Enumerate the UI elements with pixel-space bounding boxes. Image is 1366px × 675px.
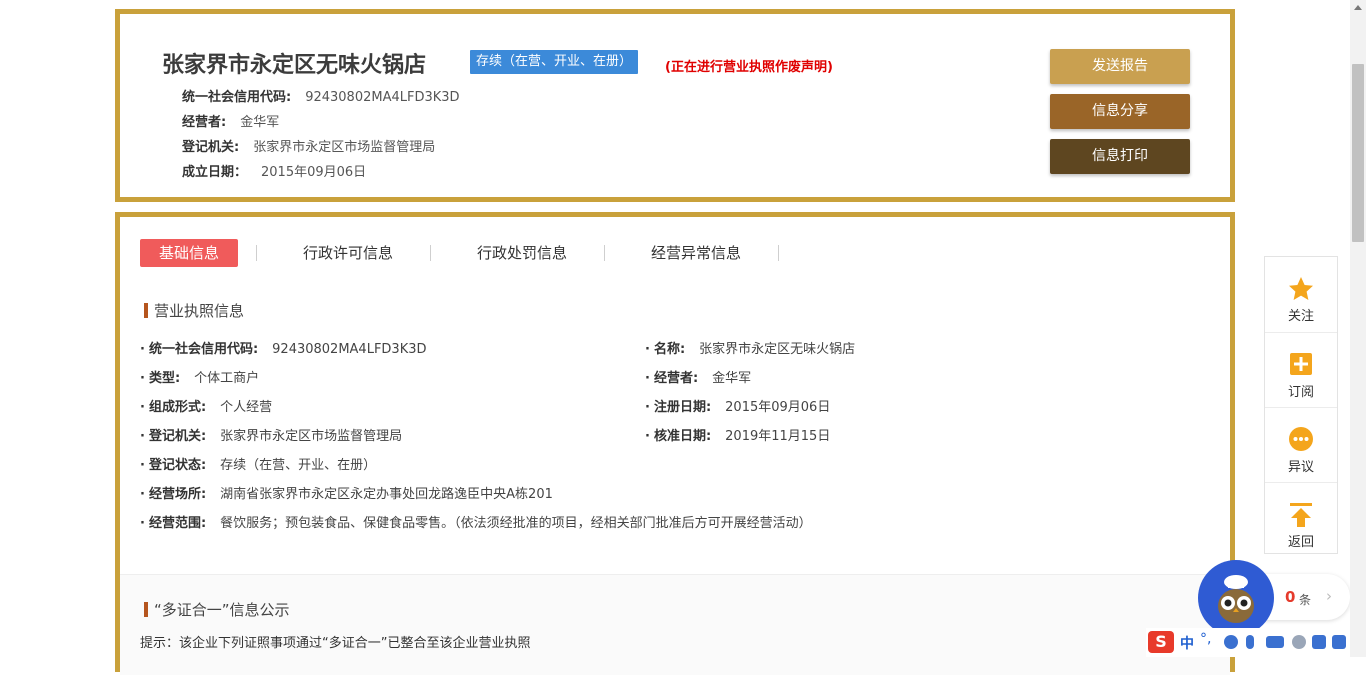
tab-divider <box>604 245 605 261</box>
emoji-icon[interactable] <box>1224 635 1238 649</box>
license-void-notice[interactable]: (正在进行营业执照作废声明) <box>665 56 833 75</box>
company-header-card: 张家界市永定区无味火锅店 存续（在营、开业、在册） (正在进行营业执照作废声明)… <box>115 9 1235 202</box>
info-value: 2015年09月06日 <box>261 165 367 180</box>
license-section-title: 营业执照信息 <box>144 300 244 321</box>
field-operator: · 经营者: 金华军 <box>645 371 752 386</box>
tab-abnormal-operation[interactable]: 经营异常信息 <box>626 239 766 267</box>
owl-assistant-avatar[interactable] <box>1198 560 1274 636</box>
microphone-icon[interactable] <box>1246 635 1254 649</box>
info-label: 成立日期： <box>182 165 248 180</box>
keyboard-icon[interactable] <box>1266 636 1284 648</box>
tab-bar: 基础信息 行政许可信息 行政处罚信息 经营异常信息 <box>115 212 1235 278</box>
arrow-up-icon <box>1290 503 1312 527</box>
info-value: 金华军 <box>240 115 280 130</box>
share-info-button[interactable]: 信息分享 <box>1050 94 1190 129</box>
message-count-unit: 条 <box>1299 593 1312 607</box>
multi-cert-section-title: “多证合一”信息公示 <box>144 599 290 620</box>
objection-button[interactable]: 异议 <box>1265 407 1337 482</box>
send-report-button[interactable]: 发送报告 <box>1050 49 1190 84</box>
field-business-address: · 经营场所: 湖南省张家界市永定区永定办事处回龙路逸臣中央A栋201 <box>140 487 553 502</box>
chevron-right-icon: › <box>1326 587 1332 605</box>
section-marker <box>144 303 148 318</box>
tab-admin-penalty[interactable]: 行政处罚信息 <box>452 239 592 267</box>
info-registration-authority: 登记机关: 张家界市永定区市场监督管理局 <box>182 136 435 155</box>
field-registration-status: · 登记状态: 存续（在营、开业、在册） <box>140 458 377 473</box>
chat-bubble-icon <box>1289 427 1313 451</box>
floating-side-panel: 关注 订阅 异议 返回 <box>1264 256 1338 554</box>
company-name: 张家界市永定区无味火锅店 <box>162 53 427 78</box>
message-count: 0 <box>1285 588 1296 606</box>
info-operator: 经营者: 金华军 <box>182 111 279 130</box>
field-credit-code: · 统一社会信用代码: 92430802MA4LFD3K3D <box>140 342 427 357</box>
field-name: · 名称: 张家界市永定区无味火锅店 <box>645 342 856 357</box>
scrollbar-thumb[interactable] <box>1352 64 1364 242</box>
info-label: 统一社会信用代码: <box>182 90 292 105</box>
subscribe-plus-icon <box>1290 353 1312 375</box>
field-registration-date: · 注册日期: 2015年09月06日 <box>645 400 831 415</box>
field-type: · 类型: 个体工商户 <box>140 371 260 386</box>
user-icon[interactable] <box>1292 635 1306 649</box>
ime-toolbar: S 中 °, <box>1146 628 1354 657</box>
field-registration-authority: · 登记机关: 张家界市永定区市场监督管理局 <box>140 429 403 444</box>
tab-admin-license[interactable]: 行政许可信息 <box>278 239 418 267</box>
field-composition: · 组成形式: 个人经营 <box>140 400 273 415</box>
info-credit-code: 统一社会信用代码: 92430802MA4LFD3K3D <box>182 86 460 105</box>
info-established-date: 成立日期： 2015年09月06日 <box>182 161 366 180</box>
tab-divider <box>430 245 431 261</box>
ime-language-toggle[interactable]: 中 <box>1180 633 1194 653</box>
info-label: 经营者: <box>182 115 227 130</box>
tab-basic-info[interactable]: 基础信息 <box>140 239 238 267</box>
field-business-scope: · 经营范围: 餐饮服务；预包装食品、保健食品零售。（依法须经批准的项目，经相关部门… <box>140 516 812 531</box>
follow-button[interactable]: 关注 <box>1265 257 1337 331</box>
scroll-up-arrow-icon[interactable] <box>1354 5 1362 10</box>
print-info-button[interactable]: 信息打印 <box>1050 139 1190 174</box>
owl-icon <box>1218 575 1254 623</box>
sogou-logo[interactable]: S <box>1148 631 1174 653</box>
status-badge: 存续（在营、开业、在册） <box>470 50 639 74</box>
subscribe-button[interactable]: 订阅 <box>1265 332 1337 407</box>
multi-cert-hint: 提示：该企业下列证照事项通过“多证合一”已整合至该企业营业执照 <box>140 636 531 651</box>
back-to-top-button[interactable]: 返回 <box>1265 482 1337 557</box>
skin-shirt-icon[interactable] <box>1312 635 1326 649</box>
toolbox-grid-icon[interactable] <box>1332 635 1346 649</box>
info-value: 张家界市永定区市场监督管理局 <box>253 140 436 155</box>
tab-divider <box>778 245 779 261</box>
info-label: 登记机关: <box>182 140 240 155</box>
section-marker <box>144 602 148 617</box>
multi-cert-section <box>120 574 1230 675</box>
ime-punctuation-toggle[interactable]: °, <box>1200 631 1211 647</box>
field-approval-date: · 核准日期: 2019年11月15日 <box>645 429 831 444</box>
star-icon <box>1289 277 1313 300</box>
content-card: 营业执照信息 · 统一社会信用代码: 92430802MA4LFD3K3D · 名称:… <box>115 272 1235 675</box>
tab-divider <box>256 245 257 261</box>
info-value: 92430802MA4LFD3K3D <box>305 90 460 105</box>
